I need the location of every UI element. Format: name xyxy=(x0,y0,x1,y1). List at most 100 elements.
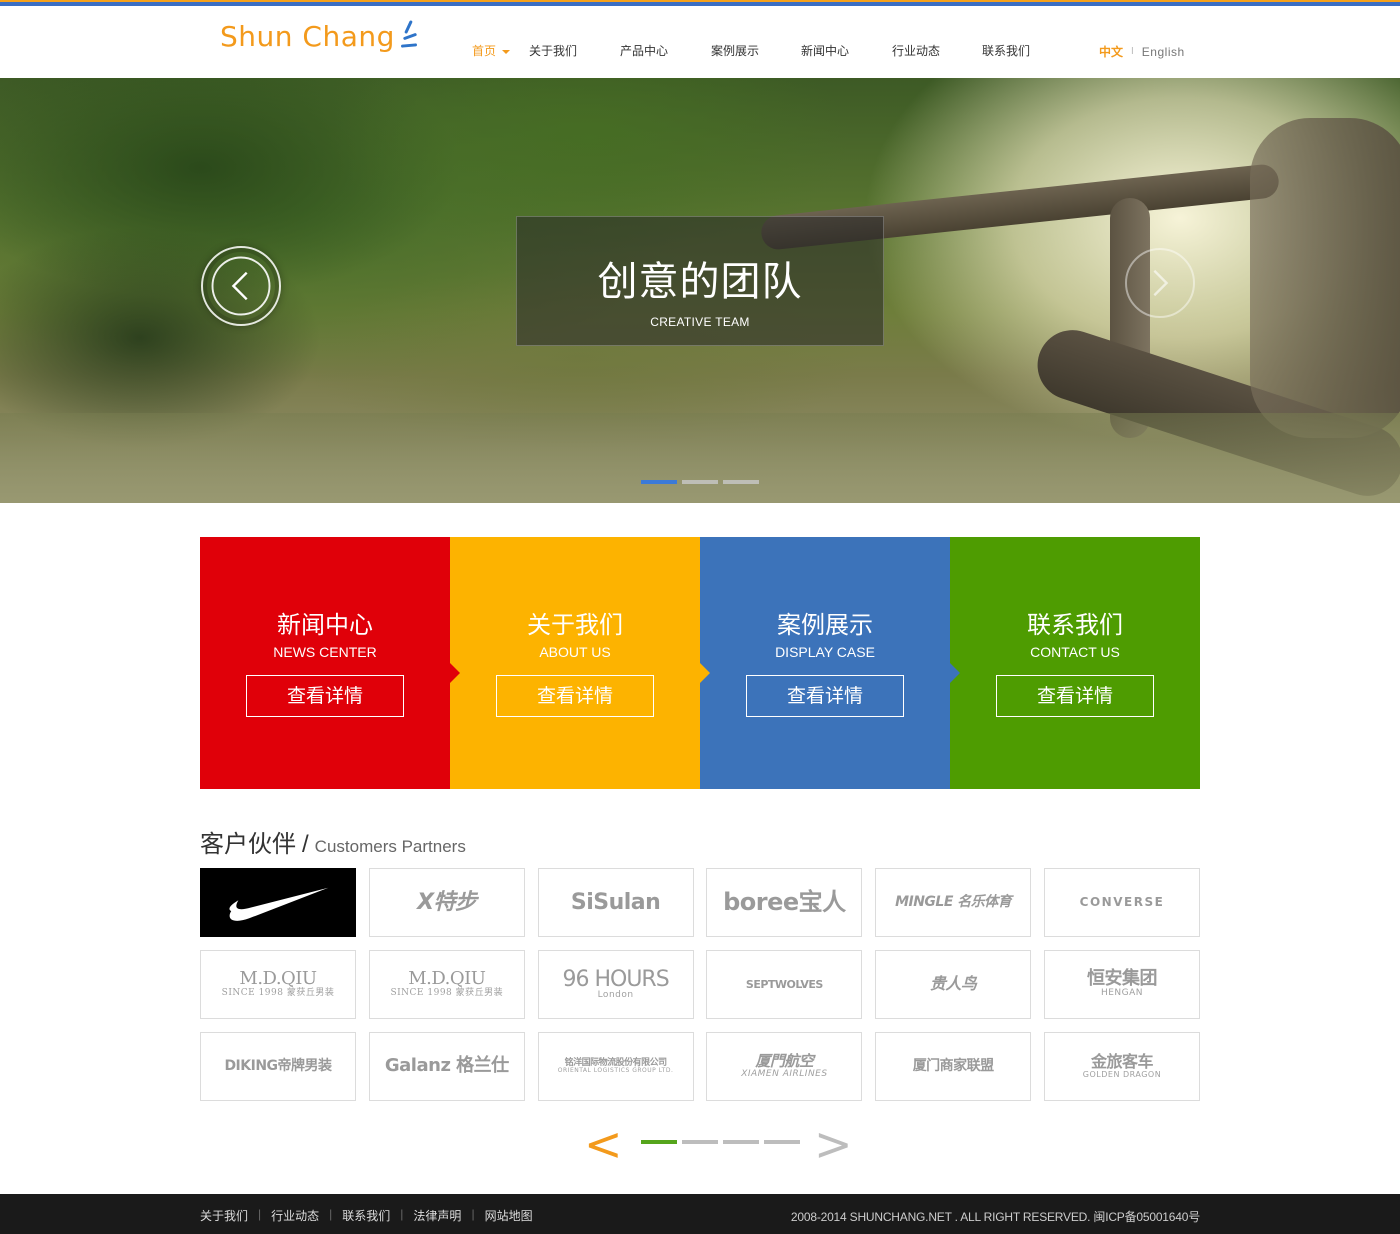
partner-logo-96hours[interactable]: 96 HOURS London xyxy=(537,950,694,1019)
footer-link-contact[interactable]: 联系我们 xyxy=(342,1207,390,1224)
partner-name: SiSulan xyxy=(570,889,661,915)
partner-logo-xiamen-airlines[interactable]: 厦門航空 XIAMEN AIRLINES xyxy=(706,1032,863,1101)
nike-swoosh-icon xyxy=(229,887,329,921)
feature-contact[interactable]: 联系我们 CONTACT US 查看详情 xyxy=(950,537,1200,789)
view-details-button[interactable]: 查看详情 xyxy=(246,675,404,717)
hero-slide-dot[interactable] xyxy=(641,480,677,484)
partner-name-text: M.D.QIU xyxy=(239,968,317,990)
site-footer: 关于我们 | 行业动态 | 联系我们 | 法律声明 | 网站地图 2008-20… xyxy=(0,1194,1400,1234)
lang-chinese-link[interactable]: 中文 xyxy=(1099,43,1123,60)
footer-link-separator: | xyxy=(329,1207,333,1221)
partner-name-text: 恒安集团 xyxy=(1086,968,1158,990)
hero-caption: 创意的团队 CREATIVE TEAM xyxy=(516,216,884,346)
partner-logo-galanz[interactable]: Galanz 格兰仕 xyxy=(368,1032,525,1101)
partners-page-dot[interactable] xyxy=(723,1140,759,1144)
partner-logo-nike[interactable] xyxy=(200,868,356,937)
partner-logo-xtep[interactable]: X特步 xyxy=(368,868,525,937)
nav-item-news[interactable]: 新闻中心 xyxy=(801,42,892,59)
view-details-button[interactable]: 查看详情 xyxy=(746,675,904,717)
partner-logo-diking[interactable]: DIKING帝牌男装 xyxy=(200,1032,356,1101)
partners-title: 客户伙伴 xyxy=(200,830,296,858)
partner-name: MINGLE 名乐体育 xyxy=(895,894,1012,911)
feature-boxes: 新闻中心 NEWS CENTER 查看详情 关于我们 ABOUT US 查看详情… xyxy=(200,537,1200,789)
footer-link-about[interactable]: 关于我们 xyxy=(200,1207,248,1224)
feature-about[interactable]: 关于我们 ABOUT US 查看详情 xyxy=(450,537,710,789)
partners-subtitle: Customers Partners xyxy=(314,837,466,856)
hero-slide-dot[interactable] xyxy=(723,480,759,484)
logo[interactable]: Shun Chang xyxy=(220,20,423,60)
partners-prev-button[interactable]: < xyxy=(584,1121,623,1167)
partner-logo-oriental-logistics[interactable]: 铭洋国际物流股份有限公司 ORIENTAL LOGISTICS GROUP LTD… xyxy=(537,1032,694,1101)
partner-name-text: 厦門航空 xyxy=(755,1051,814,1070)
footer-copyright: 2008-2014 SHUNCHANG.NET . ALL RIGHT RESE… xyxy=(790,1210,1200,1224)
partner-logo-golden-dragon[interactable]: 金旅客车 GOLDEN DRAGON xyxy=(1043,1032,1200,1101)
partner-tagline: SINCE 1998 蒙获丘男装 xyxy=(221,988,335,999)
nav-item-contact[interactable]: 联系我们 xyxy=(982,42,1030,59)
hero-slide-dot[interactable] xyxy=(682,480,718,484)
nav-item-home[interactable]: 首页 xyxy=(472,42,529,59)
feature-news[interactable]: 新闻中心 NEWS CENTER 查看详情 xyxy=(200,537,460,789)
nav-item-products[interactable]: 产品中心 xyxy=(620,42,711,59)
partner-logo-converse[interactable]: CONVERSE xyxy=(1043,868,1200,937)
partners-page-indicators xyxy=(641,1140,805,1144)
hero-tree-trunk xyxy=(1250,118,1400,438)
lang-separator: I xyxy=(1131,46,1134,57)
partner-tagline: London xyxy=(597,990,634,1001)
view-details-button[interactable]: 查看详情 xyxy=(496,675,654,717)
nav-label: 联系我们 xyxy=(982,44,1031,58)
partner-tagline: XIAMEN AIRLINES xyxy=(741,1068,828,1079)
partner-name-text: 金旅客车 xyxy=(1090,1051,1154,1071)
chevron-right-icon xyxy=(1153,269,1169,297)
partner-tagline: ORIENTAL LOGISTICS GROUP LTD. xyxy=(557,1067,674,1075)
partner-logo-hengan[interactable]: 恒安集团 HENGAN xyxy=(1043,950,1200,1019)
logo-text: Shun Chang xyxy=(220,20,395,53)
partner-name: CONVERSE xyxy=(1079,895,1165,910)
footer-link-separator: | xyxy=(258,1207,262,1221)
nav-item-industry[interactable]: 行业动态 xyxy=(892,42,982,59)
footer-link-separator: | xyxy=(400,1207,404,1221)
partners-title-separator: / xyxy=(302,831,309,858)
partner-name: 贵人鸟 xyxy=(929,974,977,994)
hero-next-button[interactable] xyxy=(1125,248,1195,318)
partner-logo-mdqiu[interactable]: M.D.QIU SINCE 1998 蒙获丘男装 xyxy=(200,950,356,1019)
partners-heading: 客户伙伴 / Customers Partners xyxy=(200,824,466,859)
hero-prev-button[interactable] xyxy=(201,246,281,326)
nav-item-cases[interactable]: 案例展示 xyxy=(711,42,801,59)
feature-arrow-notch xyxy=(450,663,460,683)
partner-logo-mdqiu[interactable]: M.D.QIU SINCE 1998 蒙获丘男装 xyxy=(368,950,525,1019)
view-details-button[interactable]: 查看详情 xyxy=(996,675,1154,717)
lang-english-link[interactable]: English xyxy=(1142,45,1185,59)
hero-banner: 创意的团队 CREATIVE TEAM xyxy=(0,78,1400,503)
feature-title: 联系我们 xyxy=(1027,611,1123,639)
partner-logo-mingle[interactable]: MINGLE 名乐体育 xyxy=(875,868,1032,937)
partner-name: boree宝人 xyxy=(723,887,846,916)
partner-logo-guirenniao[interactable]: 贵人鸟 xyxy=(875,950,1032,1019)
partners-page-dot[interactable] xyxy=(764,1140,800,1144)
feature-title: 关于我们 xyxy=(527,611,623,639)
partners-page-dot[interactable] xyxy=(682,1140,718,1144)
partner-logo-septwolves[interactable]: SEPTWOLVES xyxy=(706,950,863,1019)
partners-page-dot[interactable] xyxy=(641,1140,677,1144)
footer-link-sitemap[interactable]: 网站地图 xyxy=(485,1207,533,1224)
partners-pager: < > xyxy=(584,1121,864,1167)
footer-link-legal[interactable]: 法律声明 xyxy=(413,1207,461,1224)
nav-label: 关于我们 xyxy=(529,44,578,58)
partner-logo-boree[interactable]: boree宝人 xyxy=(706,868,863,937)
feature-cases[interactable]: 案例展示 DISPLAY CASE 查看详情 xyxy=(700,537,960,789)
site-header: Shun Chang 首页 关于我们 产品中心 案例展示 新闻中心 行业动态 联… xyxy=(0,6,1400,78)
footer-link-separator: | xyxy=(471,1207,475,1221)
partner-name: X特步 xyxy=(417,889,477,915)
hero-slide-indicators xyxy=(641,480,764,484)
feature-subtitle: ABOUT US xyxy=(539,644,611,660)
footer-link-industry[interactable]: 行业动态 xyxy=(271,1207,319,1224)
partners-logo-grid: X特步 SiSulan boree宝人 MINGLE 名乐体育 CONVERSE… xyxy=(200,868,1200,1101)
nav-label: 行业动态 xyxy=(892,44,941,58)
language-switcher: 中文 I English xyxy=(1099,43,1185,60)
partners-next-button[interactable]: > xyxy=(814,1121,853,1167)
partner-tagline: HENGAN xyxy=(1100,988,1144,999)
partner-name: M.D.QIU SINCE 1998 蒙获丘男装 xyxy=(390,969,503,998)
partner-logo-xiamen-business[interactable]: 厦门商家联盟 xyxy=(875,1032,1032,1101)
chevron-down-icon xyxy=(502,49,511,54)
nav-item-about[interactable]: 关于我们 xyxy=(529,42,620,59)
partner-logo-sisulan[interactable]: SiSulan xyxy=(537,868,694,937)
